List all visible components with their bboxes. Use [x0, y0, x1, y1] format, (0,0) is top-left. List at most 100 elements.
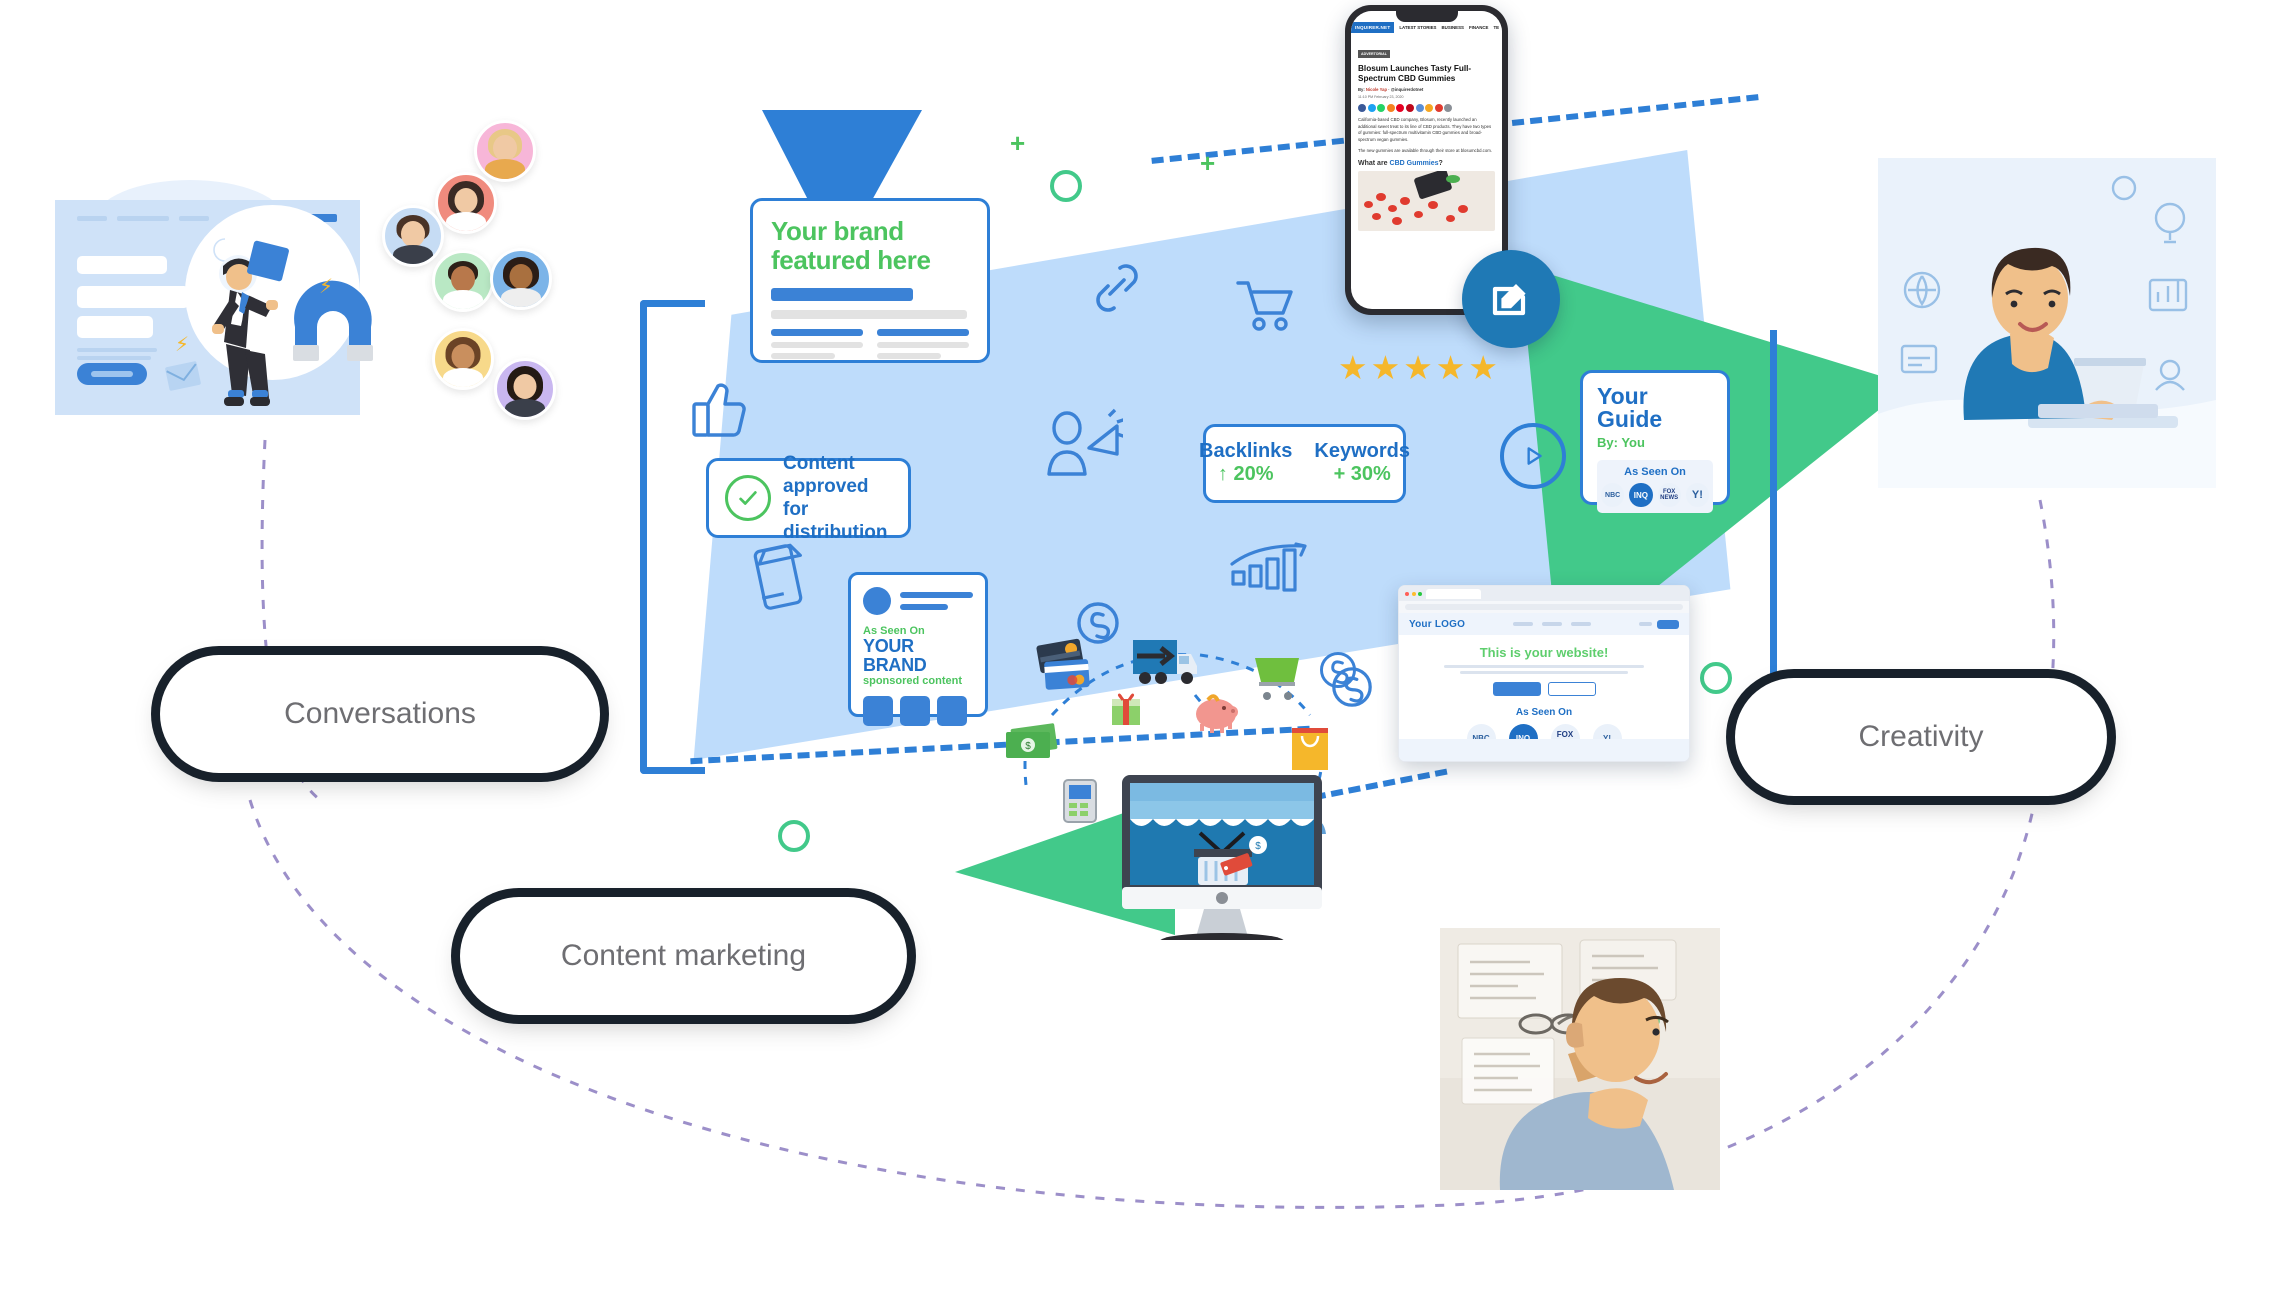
- plus-mark-1: +: [1010, 128, 1026, 158]
- businessman-figure: [212, 240, 289, 406]
- article-handle: · @inquirerdotnet: [1388, 87, 1424, 93]
- play-icon[interactable]: [1500, 423, 1566, 489]
- avatar-1: [474, 120, 536, 182]
- pinterest-icon: [1396, 104, 1405, 113]
- growth-chart-icon: [1230, 542, 1312, 602]
- megaphone-person-icon: [1045, 408, 1123, 478]
- browser-urlbar[interactable]: [1399, 601, 1689, 613]
- nav-item-business[interactable]: BUSINESS: [1442, 25, 1464, 30]
- fox-news-badge-icon: FOX NEWS: [1657, 483, 1681, 507]
- frame-left-bracket: [640, 300, 705, 774]
- as-seen-on-label: As Seen On: [1624, 466, 1686, 478]
- svg-text:$: $: [1255, 841, 1261, 852]
- envelope-icon: [165, 361, 201, 391]
- metric-backlinks: Backlinks ↑ 20%: [1199, 440, 1292, 487]
- spark-icon: ⚡: [319, 276, 334, 298]
- metric-value: ↑ 20%: [1217, 463, 1274, 485]
- photo-woman-at-laptop: [1878, 158, 2216, 488]
- article-author: Nicole Yap: [1365, 87, 1388, 93]
- avatar-placeholder: [863, 587, 891, 615]
- sponsor-subtitle: sponsored content: [863, 674, 963, 687]
- article-image: [1358, 170, 1495, 231]
- social-share-row[interactable]: [1358, 104, 1495, 113]
- edit-icon[interactable]: [1462, 250, 1560, 348]
- lead-magnet-illustration: ⚡ ⚡: [55, 180, 375, 445]
- pill-conversations[interactable]: Conversations: [160, 655, 600, 773]
- star-icon: ★: [1468, 349, 1498, 386]
- brand-card-title-line2: featured here: [771, 245, 931, 276]
- check-circle-icon: [725, 475, 771, 521]
- nav-item-tech[interactable]: TE: [1493, 25, 1499, 30]
- nav-link[interactable]: [1571, 622, 1592, 626]
- sponsored-content-card: As Seen On YOUR BRAND sponsored content: [848, 572, 988, 726]
- pill-label: Conversations: [284, 697, 476, 730]
- site-as-seen-on-label: As Seen On: [1515, 707, 1573, 718]
- address-input[interactable]: [1405, 604, 1683, 610]
- browser-tabbar: [1399, 586, 1689, 601]
- guide-title: Your Guide: [1597, 383, 1663, 432]
- your-guide-card: Your Guide By: You As Seen On NBC INQ FO…: [1580, 370, 1730, 513]
- site-logo[interactable]: Your LOGO: [1409, 619, 1465, 630]
- twitter-icon: [1367, 104, 1376, 113]
- sponsor-tile: [900, 695, 930, 726]
- pill-content-marketing[interactable]: Content marketing: [460, 897, 907, 1015]
- star-icon: ★: [1435, 349, 1466, 386]
- approved-line1: Content approved: [783, 452, 869, 497]
- article-paragraph-2: The new gummies are available through th…: [1358, 148, 1492, 154]
- content-approved-card: Content approved for distribution: [706, 453, 911, 543]
- article-timestamp: 11:10 PM February 23, 2020: [1358, 95, 1404, 100]
- site-nav: Your LOGO: [1399, 613, 1689, 635]
- yahoo-badge-icon: Y!: [1685, 483, 1709, 507]
- maximize-window-icon: [1418, 591, 1422, 596]
- share-icon: [1425, 104, 1434, 113]
- browser-tab[interactable]: [1426, 588, 1481, 599]
- article-paragraph-1: California-based CBD company, Blosum, re…: [1358, 117, 1492, 142]
- sponsor-tile: [937, 695, 967, 726]
- site-headline: This is your website!: [1479, 645, 1609, 660]
- secondary-cta-button[interactable]: [1547, 682, 1596, 696]
- pill-creativity[interactable]: Creativity: [1735, 678, 2107, 796]
- article-byline: By: Nicole Yap · @inquirerdotnet: [1358, 87, 1424, 93]
- more-icon: [1444, 104, 1453, 113]
- phone-notch: [1395, 11, 1458, 22]
- star-rating: ★ ★ ★ ★ ★: [1338, 348, 1498, 387]
- brand-featured-card: Your brand featured here: [750, 198, 990, 363]
- login-link[interactable]: [1639, 622, 1652, 626]
- article-headline: Blosum Launches Tasty Full-Spectrum CBD …: [1358, 64, 1472, 83]
- nav-item-latest-stories[interactable]: LATEST STORIES: [1399, 25, 1436, 30]
- nav-link[interactable]: [1513, 622, 1534, 626]
- spark-icon-2: ⚡: [175, 334, 190, 356]
- ring-mark-1: [1050, 170, 1082, 202]
- site-logo[interactable]: INQUIRER.NET: [1351, 22, 1395, 33]
- thumbs-up-icon: [690, 378, 748, 440]
- metric-keywords: Keywords + 30%: [1314, 440, 1410, 487]
- nav-link[interactable]: [1542, 622, 1563, 626]
- minimize-window-icon: [1411, 591, 1416, 596]
- photo-man-sketching: [1440, 928, 1720, 1190]
- ecommerce-icon-cluster: $ $: [1006, 638, 1328, 940]
- pill-label: Content marketing: [560, 939, 807, 972]
- metric-label: Keywords: [1314, 440, 1410, 462]
- signup-button[interactable]: [1657, 619, 1679, 629]
- flipboard-icon: [1405, 104, 1414, 113]
- star-icon: ★: [1370, 349, 1401, 386]
- nbc-badge-icon: NBC: [1601, 483, 1625, 507]
- avatar-4: [432, 250, 494, 312]
- metrics-card: Backlinks ↑ 20% Keywords + 30%: [1199, 424, 1410, 503]
- primary-cta-button[interactable]: [1492, 682, 1541, 696]
- sponsor-tile: [863, 695, 893, 726]
- star-icon: ★: [1403, 349, 1433, 386]
- reddit-icon: [1386, 104, 1395, 113]
- nav-item-finance[interactable]: FINANCE: [1469, 25, 1489, 30]
- plus-mark-2: +: [1200, 148, 1216, 178]
- avatar-5: [490, 248, 552, 310]
- svg-text:$: $: [1025, 741, 1031, 752]
- guide-as-seen-on: As Seen On NBC INQ FOX NEWS Y!: [1597, 460, 1713, 513]
- article-subheading: What are CBD Gummies?: [1358, 159, 1443, 167]
- mobile-shop-icon: [748, 538, 808, 612]
- approved-line2: for distribution: [783, 499, 888, 544]
- metric-label: Backlinks: [1199, 440, 1293, 462]
- sponsor-brand: YOUR BRAND: [863, 636, 927, 675]
- email-icon: [1415, 104, 1424, 113]
- avatar-6: [432, 328, 494, 390]
